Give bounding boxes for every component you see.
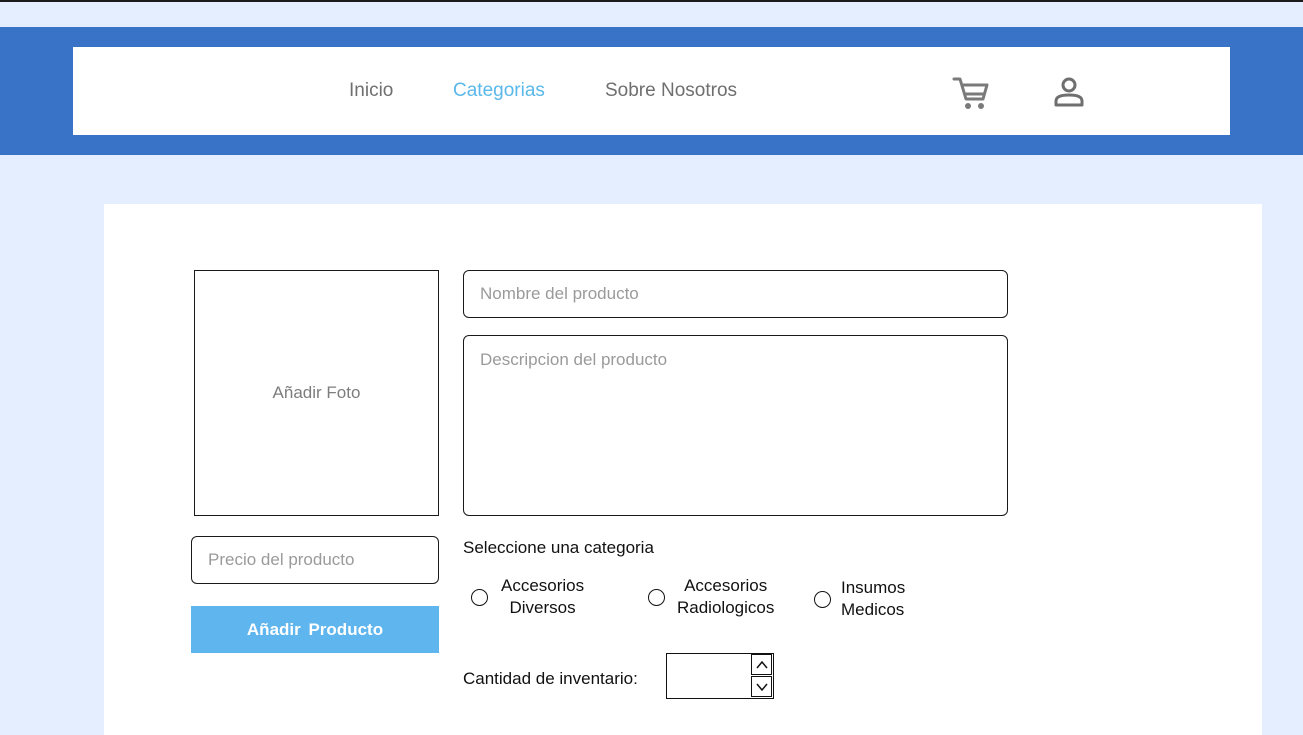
chevron-up-icon xyxy=(755,660,768,668)
add-product-button[interactable]: Añadir Producto xyxy=(191,606,439,653)
category-option-label: Accesorios Radiologicos xyxy=(677,576,775,617)
nav-link-inicio[interactable]: Inicio xyxy=(349,80,393,102)
cart-icon[interactable] xyxy=(951,73,991,118)
radio-button[interactable] xyxy=(648,588,665,606)
add-photo-area[interactable]: Añadir Foto xyxy=(194,270,439,516)
chevron-down-icon xyxy=(755,683,768,691)
inventory-quantity-label: Cantidad de inventario: xyxy=(463,669,638,688)
nav-link-sobre-nosotros[interactable]: Sobre Nosotros xyxy=(605,80,737,102)
product-price-input[interactable] xyxy=(191,536,439,584)
category-option-label: Accesorios Diversos xyxy=(501,576,585,617)
user-icon[interactable] xyxy=(1052,75,1086,114)
increment-button[interactable] xyxy=(751,654,772,675)
product-name-input[interactable] xyxy=(463,270,1008,318)
product-description-input[interactable] xyxy=(463,335,1008,516)
radio-button[interactable] xyxy=(814,590,831,608)
add-photo-label: Añadir Foto xyxy=(272,383,361,402)
navbar: Inicio Categorias Sobre Nosotros xyxy=(73,47,1230,135)
decrement-button[interactable] xyxy=(751,676,772,697)
category-option-insumos-medicos[interactable]: Insumos Medicos xyxy=(814,577,905,621)
category-option-accesorios-diversos[interactable]: Accesorios Diversos xyxy=(471,575,584,619)
inventory-quantity-input[interactable] xyxy=(667,654,751,698)
inventory-quantity-stepper xyxy=(666,653,774,699)
product-form-card: Añadir Foto Añadir Producto Seleccione u… xyxy=(104,204,1262,735)
category-prompt: Seleccione una categoria xyxy=(463,538,654,557)
header-band: Inicio Categorias Sobre Nosotros xyxy=(0,27,1303,155)
radio-button[interactable] xyxy=(471,588,488,606)
category-option-label: Insumos Medicos xyxy=(841,578,906,619)
nav-link-categorias[interactable]: Categorias xyxy=(453,80,545,102)
category-option-accesorios-radiologicos[interactable]: Accesorios Radiologicos xyxy=(648,575,774,619)
